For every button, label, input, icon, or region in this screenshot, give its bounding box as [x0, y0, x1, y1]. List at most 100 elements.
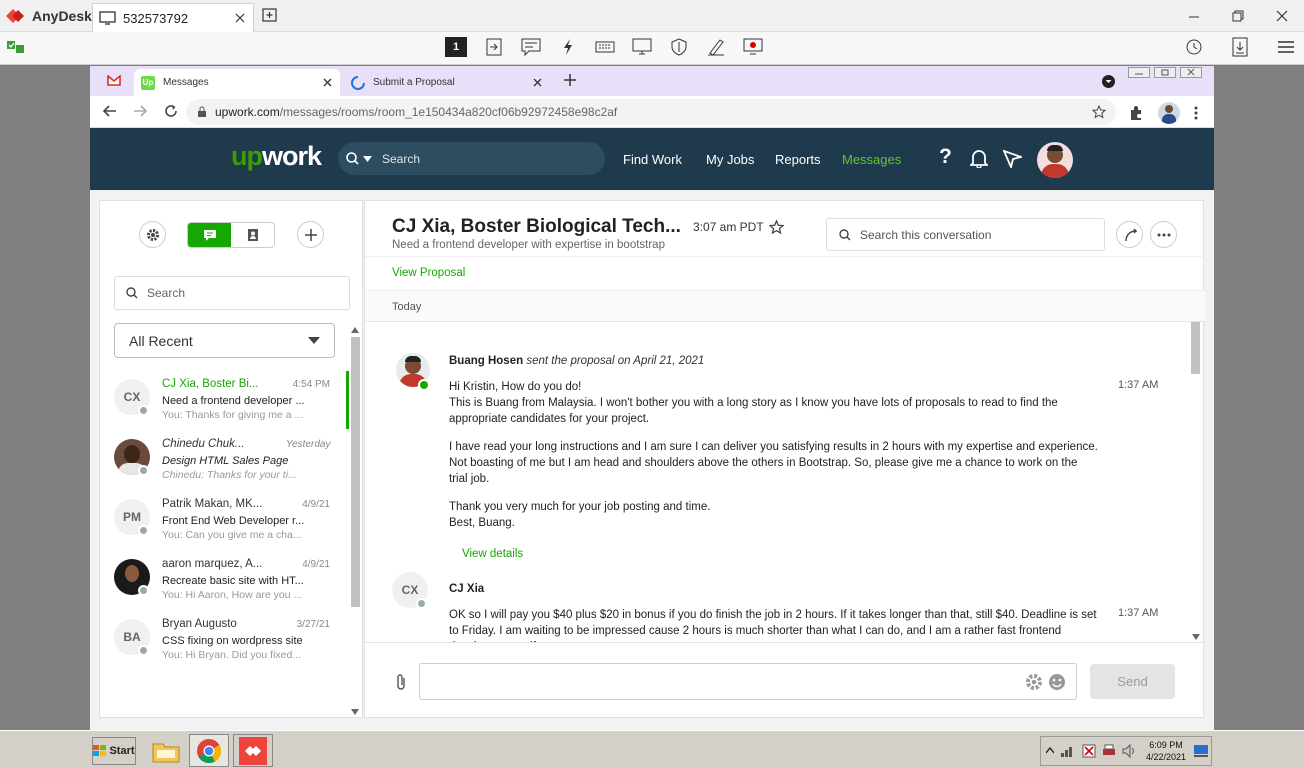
contacts-icon — [247, 229, 258, 241]
volume-icon[interactable] — [1122, 744, 1136, 758]
header-search[interactable]: Search — [338, 142, 605, 175]
tab-search-button[interactable] — [1102, 75, 1115, 88]
room-item[interactable]: CX CJ Xia, Boster Bi... 4:54 PM Need a f… — [100, 373, 350, 433]
send-plane-icon[interactable] — [1003, 150, 1022, 168]
rooms-scrollbar[interactable] — [350, 327, 360, 719]
help-icon[interactable]: ? — [939, 145, 952, 169]
back-icon[interactable] — [102, 104, 117, 118]
settings-button[interactable] — [139, 221, 166, 248]
security-alert-icon[interactable] — [1082, 744, 1096, 758]
loading-icon — [351, 75, 365, 90]
permissions-button[interactable] — [669, 37, 689, 57]
close-tab-icon[interactable] — [323, 78, 332, 87]
user-avatar[interactable] — [1037, 142, 1073, 178]
new-tab-button[interactable] — [564, 74, 576, 86]
scroll-up-icon[interactable] — [351, 327, 359, 333]
new-tab-button[interactable] — [262, 8, 277, 22]
restore-button[interactable] — [1230, 8, 1246, 24]
more-options-button[interactable] — [1150, 221, 1177, 248]
gmail-pinned-tab[interactable] — [107, 75, 121, 86]
view-details-link[interactable]: View details — [462, 548, 523, 560]
anydesk-taskbar-button[interactable] — [233, 734, 273, 767]
nav-my-jobs[interactable]: My Jobs — [706, 152, 754, 167]
rooms-search-placeholder: Search — [147, 286, 186, 300]
file-transfer-icon — [486, 38, 502, 56]
explorer-taskbar-button[interactable] — [146, 734, 186, 767]
nav-messages[interactable]: Messages — [842, 152, 901, 167]
bell-icon[interactable] — [970, 149, 988, 168]
forward-icon[interactable] — [133, 104, 148, 118]
gmail-icon — [107, 75, 121, 86]
whiteboard-button[interactable] — [706, 37, 726, 57]
room-item[interactable]: Chinedu Chuk... Yesterday Design HTML Sa… — [100, 433, 350, 493]
upwork-logo[interactable]: upwork — [231, 141, 322, 172]
room-item[interactable]: aaron marquez, A... 4/9/21 Recreate basi… — [100, 553, 350, 613]
scroll-down-icon[interactable] — [351, 709, 359, 715]
printer-icon[interactable] — [1102, 744, 1116, 758]
history-button[interactable] — [1184, 37, 1204, 57]
menu-button[interactable] — [1276, 37, 1296, 57]
view-proposal-link[interactable]: View Proposal — [392, 267, 465, 279]
settings-icon[interactable] — [1025, 673, 1043, 691]
nav-reports[interactable]: Reports — [775, 152, 821, 167]
rooms-scroll-thumb[interactable] — [351, 337, 360, 607]
download-button[interactable] — [1230, 37, 1250, 57]
browser-window: Up Messages Submit a Proposal upwork.com… — [90, 66, 1214, 730]
minimize-button[interactable] — [1186, 8, 1202, 24]
attach-icon[interactable] — [395, 673, 407, 691]
rooms-search-input[interactable]: Search — [114, 276, 350, 310]
conversation-search-input[interactable]: Search this conversation — [826, 218, 1105, 251]
messages-view-button[interactable] — [188, 223, 231, 247]
nav-find-work[interactable]: Find Work — [623, 152, 682, 167]
anydesk-app-name: AnyDesk — [32, 8, 92, 24]
system-tray: 6:09 PM 4/22/2021 — [1040, 736, 1212, 766]
contacts-view-button[interactable] — [231, 223, 274, 247]
message-input[interactable] — [419, 663, 1077, 700]
rooms-filter-select[interactable]: All Recent — [114, 323, 335, 358]
url-bar[interactable]: upwork.com/messages/rooms/room_1e150434a… — [186, 99, 1116, 125]
clock[interactable]: 6:09 PM 4/22/2021 — [1146, 739, 1186, 763]
conversation-panel: CJ Xia, Boster Biological Tech... 3:07 a… — [364, 200, 1205, 718]
close-window-icon[interactable] — [1180, 67, 1202, 78]
send-button[interactable]: Send — [1090, 664, 1175, 699]
profile-avatar[interactable] — [1158, 102, 1180, 124]
taskbar: Start 6:09 PM 4/22/2021 — [0, 730, 1304, 768]
scroll-down-icon[interactable] — [1192, 634, 1200, 640]
restore-icon[interactable] — [1154, 67, 1176, 78]
record-button[interactable] — [743, 37, 763, 57]
close-tab-icon[interactable] — [533, 78, 542, 87]
keyboard-button[interactable] — [595, 37, 615, 57]
minimize-icon[interactable] — [1128, 67, 1150, 78]
message-scroll-thumb[interactable] — [1191, 322, 1200, 374]
display-button[interactable] — [632, 37, 652, 57]
call-button[interactable] — [1116, 221, 1143, 248]
tray-expand-icon[interactable] — [1046, 747, 1054, 755]
conversation-title[interactable]: CJ Xia, Boster Biological Tech... — [392, 216, 681, 238]
tab-messages[interactable]: Up Messages — [134, 69, 340, 96]
start-button[interactable]: Start — [92, 737, 136, 765]
chrome-taskbar-button[interactable] — [189, 734, 229, 767]
tab-submit-proposal[interactable]: Submit a Proposal — [348, 69, 548, 96]
room-title: CSS fixing on wordpress site — [162, 635, 303, 647]
room-item[interactable]: PM Patrik Makan, MK... 4/9/21 Front End … — [100, 493, 350, 553]
actions-button[interactable] — [558, 37, 578, 57]
emoji-icon[interactable] — [1048, 673, 1066, 691]
network-icon[interactable] — [1060, 744, 1076, 758]
close-window-button[interactable] — [1274, 8, 1290, 24]
star-icon[interactable] — [768, 220, 784, 234]
anydesk-logo-icon — [6, 9, 24, 23]
show-desktop-icon[interactable] — [1194, 745, 1209, 757]
new-room-button[interactable] — [297, 221, 324, 248]
more-vertical-icon[interactable] — [1194, 106, 1198, 120]
extensions-icon[interactable] — [1128, 105, 1144, 121]
reload-icon[interactable] — [164, 104, 178, 118]
monitor-select-button[interactable]: 1 — [445, 37, 467, 57]
anydesk-session-tab[interactable]: 532573792 — [92, 3, 254, 32]
chat-icon — [521, 38, 541, 56]
file-transfer-button[interactable] — [484, 37, 504, 57]
room-item[interactable]: BA Bryan Augusto 3/27/21 CSS fixing on w… — [100, 613, 350, 673]
bookmark-star-icon[interactable] — [1092, 105, 1106, 119]
message-scrollbar[interactable] — [1191, 322, 1201, 642]
close-tab-icon[interactable] — [235, 13, 245, 23]
chat-button[interactable] — [521, 37, 541, 57]
